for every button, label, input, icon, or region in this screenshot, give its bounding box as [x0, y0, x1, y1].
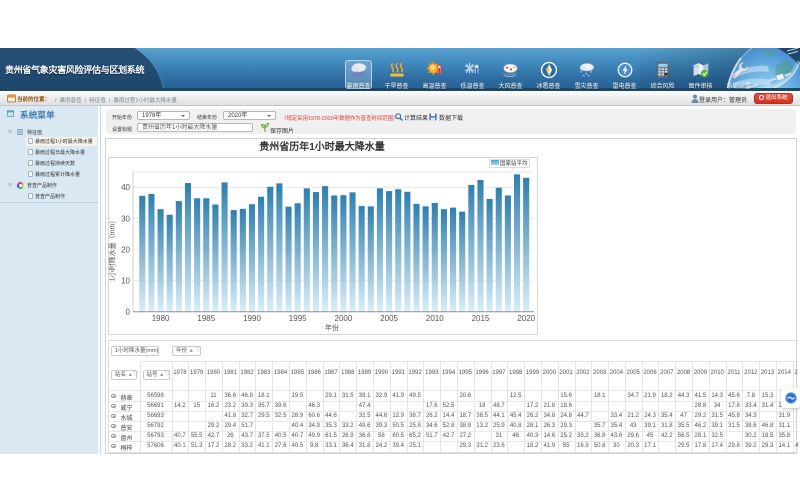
svg-text:2015: 2015 — [471, 313, 489, 322]
svg-text:2005: 2005 — [380, 313, 398, 322]
svg-text:1980: 1980 — [151, 313, 169, 322]
svg-text:30: 30 — [121, 214, 130, 223]
svg-text:1990: 1990 — [243, 313, 261, 322]
svg-text:20: 20 — [121, 245, 130, 254]
svg-text:2010: 2010 — [425, 313, 443, 322]
svg-text:1995: 1995 — [288, 313, 306, 322]
svg-text:10: 10 — [121, 276, 130, 285]
svg-text:40: 40 — [121, 183, 130, 192]
svg-text:2000: 2000 — [334, 313, 352, 322]
svg-text:0: 0 — [125, 307, 130, 316]
svg-text:2020: 2020 — [517, 313, 535, 322]
svg-text:*: * — [589, 70, 592, 77]
svg-text:1985: 1985 — [197, 313, 215, 322]
